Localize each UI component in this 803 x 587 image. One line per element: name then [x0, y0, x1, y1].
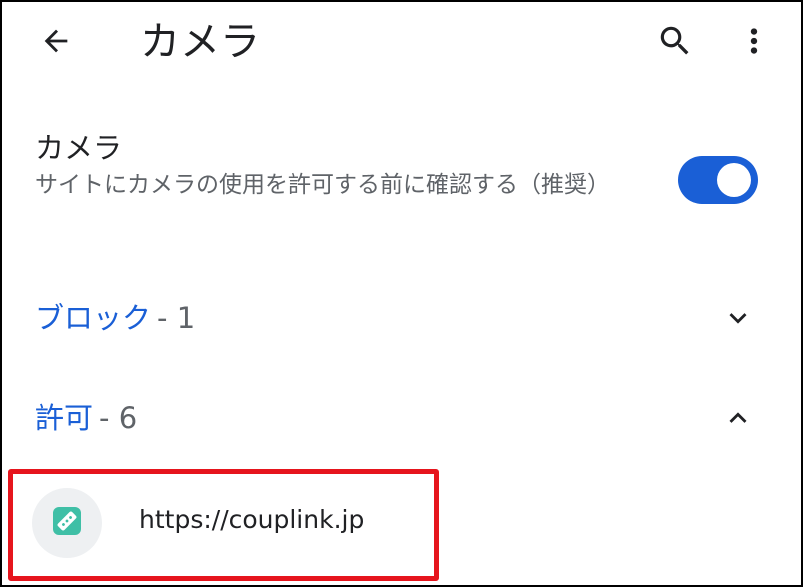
blocked-section-header[interactable]: ブロック - 1: [2, 280, 801, 360]
blocked-label: ブロック: [35, 301, 152, 335]
camera-setting-title: カメラ: [35, 131, 123, 165]
arrow-back-icon: [39, 24, 73, 62]
back-button[interactable]: [30, 20, 82, 66]
site-url: https://couplink.jp: [139, 505, 365, 534]
toggle-thumb: [717, 163, 751, 197]
allowed-section-label: 許可 - 6: [35, 398, 137, 438]
camera-setting-description: サイトにカメラの使用を許可する前に確認する（推奨）: [35, 172, 610, 198]
site-favicon: [32, 488, 102, 558]
allowed-count: - 6: [99, 401, 138, 435]
search-icon: [656, 22, 694, 64]
camera-setting-row[interactable]: カメラ サイトにカメラの使用を許可する前に確認する（推奨）: [2, 120, 801, 240]
camera-ask-toggle[interactable]: [678, 156, 758, 204]
allowed-site-item[interactable]: https://couplink.jp: [2, 472, 801, 582]
search-button[interactable]: [652, 20, 698, 66]
more-vert-icon: [735, 22, 773, 64]
blocked-section-label: ブロック - 1: [35, 298, 195, 338]
more-options-button[interactable]: [734, 20, 774, 66]
allowed-section-header[interactable]: 許可 - 6: [2, 380, 801, 460]
screenshot-frame: カメラ カメラ サイトにカメラの使用を許可する前に確認する（推奨） ブロック -…: [0, 0, 803, 587]
blocked-count: - 1: [157, 301, 196, 335]
couplink-favicon-icon: [51, 505, 83, 541]
allowed-label: 許可: [35, 401, 94, 435]
app-bar: カメラ: [2, 2, 801, 86]
chevron-up-icon[interactable]: [720, 400, 756, 436]
chevron-down-icon[interactable]: [720, 300, 756, 336]
page-title: カメラ: [140, 19, 260, 65]
